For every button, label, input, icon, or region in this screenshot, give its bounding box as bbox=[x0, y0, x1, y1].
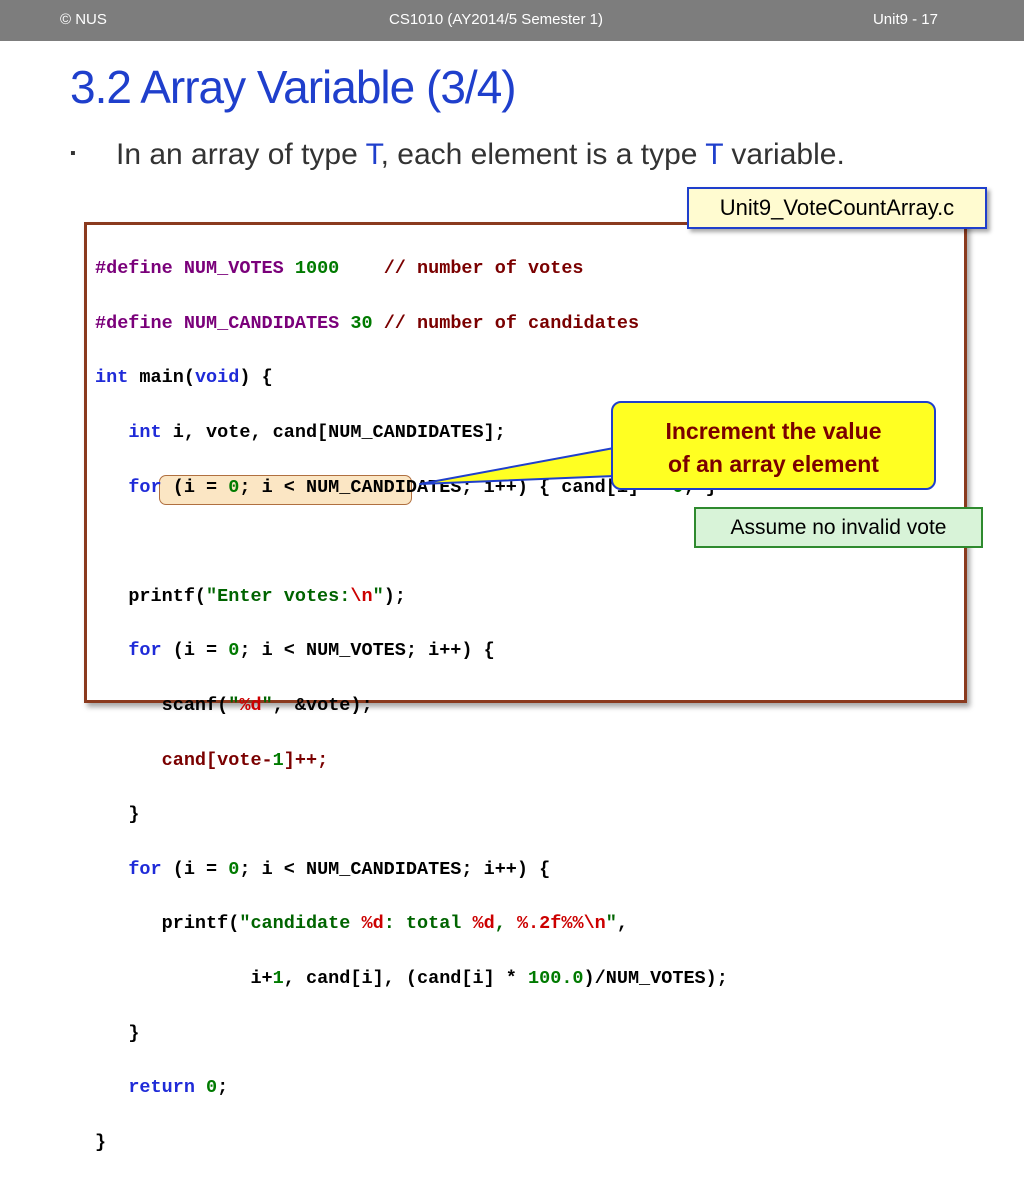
code-token: (i = bbox=[161, 640, 229, 662]
code-escape: %d bbox=[472, 913, 495, 935]
code-string: " bbox=[605, 913, 617, 935]
code-string: " bbox=[372, 585, 384, 607]
assumption-note: Assume no invalid vote bbox=[694, 507, 983, 548]
code-token: main( bbox=[128, 367, 195, 389]
code-line: #define NUM_VOTES 1000 // number of vote… bbox=[95, 255, 728, 282]
code-token: NUM_CANDIDATES bbox=[183, 312, 340, 334]
code-string: " bbox=[228, 695, 240, 717]
code-comment: // number of votes bbox=[383, 258, 584, 280]
code-token: NUM_VOTES bbox=[183, 258, 284, 280]
code-token: 0 bbox=[228, 858, 240, 880]
course-title: CS1010 (AY2014/5 Semester 1) bbox=[389, 11, 604, 28]
code-escape: \n bbox=[583, 913, 606, 935]
code-line: } bbox=[95, 801, 728, 828]
code-token: )/NUM_VOTES); bbox=[583, 968, 728, 990]
code-escape: %d bbox=[361, 913, 384, 935]
code-string: " bbox=[261, 695, 273, 717]
code-token: for bbox=[128, 640, 162, 662]
copyright-text: © NUS bbox=[60, 11, 107, 28]
code-token: int bbox=[95, 367, 129, 389]
code-token: 1 bbox=[272, 968, 284, 990]
code-token: i+ bbox=[250, 968, 273, 990]
code-token: 1000 bbox=[294, 258, 340, 280]
code-token: int bbox=[128, 422, 162, 444]
code-comment: // number of candidates bbox=[383, 312, 640, 334]
code-token: printf( bbox=[128, 585, 207, 607]
slide-header-bar: © NUS CS1010 (AY2014/5 Semester 1) Unit9… bbox=[0, 0, 1024, 41]
code-string: , bbox=[494, 913, 517, 935]
code-line: return 0; bbox=[95, 1074, 728, 1101]
code-escape: \n bbox=[350, 585, 373, 607]
code-token: #define bbox=[95, 258, 173, 280]
callout-line: of an array element bbox=[668, 451, 879, 477]
code-token: (i = bbox=[161, 858, 229, 880]
callout-line: Increment the value bbox=[665, 418, 882, 444]
code-token: printf( bbox=[161, 913, 240, 935]
code-token: , cand[i], (cand[i] * bbox=[283, 968, 529, 990]
code-token: 30 bbox=[350, 312, 373, 334]
code-token: , &vote); bbox=[272, 695, 373, 717]
bullet-text-part: In an array of type bbox=[116, 138, 366, 171]
code-token: i, vote, cand[NUM_CANDIDATES]; bbox=[161, 422, 506, 444]
code-token: for bbox=[128, 476, 162, 498]
bullet-text-part: variable. bbox=[723, 138, 845, 171]
code-token: ; i < NUM_CANDIDATES; i++) { cand[i] = bbox=[239, 476, 673, 498]
code-token: void bbox=[194, 367, 240, 389]
code-token: 0 bbox=[228, 640, 240, 662]
code-line: scanf("%d", &vote); bbox=[95, 692, 728, 719]
code-line: printf("candidate %d: total %d, %.2f%%\n… bbox=[95, 910, 728, 937]
code-token: return bbox=[128, 1077, 195, 1099]
code-line: printf("Enter votes:\n"); bbox=[95, 583, 728, 610]
code-token: (i = bbox=[161, 476, 229, 498]
code-line: for (i = 0; i < NUM_VOTES; i++) { bbox=[95, 637, 728, 664]
filename-label: Unit9_VoteCountArray.c bbox=[687, 187, 987, 229]
code-token: cand[vote- bbox=[161, 749, 273, 771]
code-token: ]++; bbox=[283, 749, 329, 771]
bullet-text-part: , each element is a type bbox=[380, 138, 706, 171]
code-line: } bbox=[95, 1129, 728, 1156]
code-token: } bbox=[128, 1022, 140, 1044]
code-token: ; bbox=[217, 1077, 229, 1099]
code-token: } bbox=[95, 1131, 107, 1153]
code-string: : total bbox=[383, 913, 473, 935]
code-escape: %d bbox=[239, 695, 262, 717]
code-token: } bbox=[128, 804, 140, 826]
slide-title: 3.2 Array Variable (3/4) bbox=[70, 61, 517, 113]
code-token: 1 bbox=[272, 749, 284, 771]
type-t-highlight: T bbox=[705, 138, 724, 171]
code-escape: %.2f%% bbox=[516, 913, 584, 935]
code-line: cand[vote-1]++; bbox=[95, 747, 728, 774]
code-token: ); bbox=[383, 585, 406, 607]
code-line: i+1, cand[i], (cand[i] * 100.0)/NUM_VOTE… bbox=[95, 965, 728, 992]
code-line: } bbox=[95, 1020, 728, 1047]
code-line: int main(void) { bbox=[95, 364, 728, 391]
callout-box: Increment the value of an array element bbox=[611, 401, 936, 490]
code-string: "Enter votes: bbox=[206, 585, 351, 607]
code-token: for bbox=[128, 858, 162, 880]
bullet-text: In an array of type T, each element is a… bbox=[116, 138, 845, 172]
code-line: #define NUM_CANDIDATES 30 // number of c… bbox=[95, 310, 728, 337]
code-listing: #define NUM_VOTES 1000 // number of vote… bbox=[95, 228, 728, 1183]
slide-number: Unit9 - 17 bbox=[872, 11, 938, 28]
type-t-highlight: T bbox=[365, 138, 381, 171]
code-token: 100.0 bbox=[528, 968, 584, 990]
bullet-marker-icon: ▪ bbox=[70, 145, 76, 162]
code-token: ; i < NUM_CANDIDATES; i++) { bbox=[239, 858, 551, 880]
code-token: scanf( bbox=[161, 695, 229, 717]
code-token: 0 bbox=[228, 476, 240, 498]
code-token: ; i < NUM_VOTES; i++) { bbox=[239, 640, 495, 662]
code-token: ) { bbox=[239, 367, 273, 389]
code-string: "candidate bbox=[239, 913, 362, 935]
code-token: , bbox=[616, 913, 629, 935]
code-token: #define bbox=[95, 312, 173, 334]
code-token: 0 bbox=[206, 1077, 218, 1099]
code-line: for (i = 0; i < NUM_CANDIDATES; i++) { bbox=[95, 856, 728, 883]
